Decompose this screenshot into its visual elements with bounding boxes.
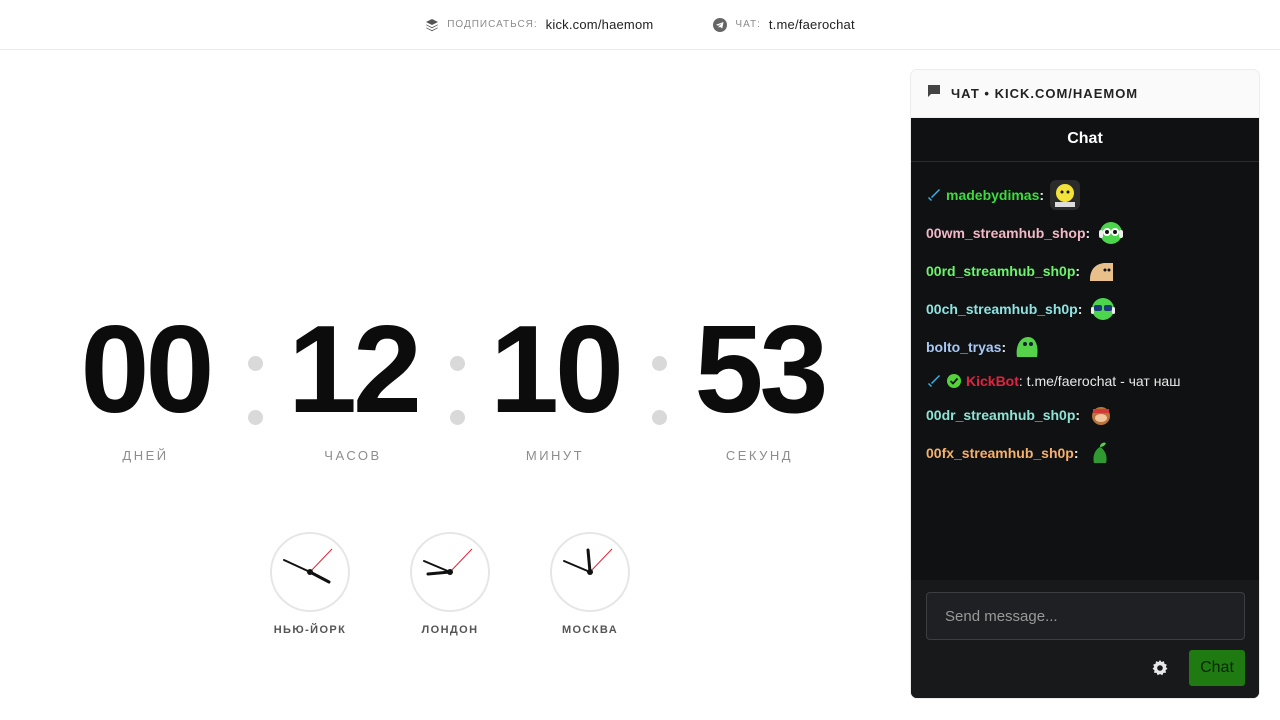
telegram-icon bbox=[713, 17, 728, 32]
tan-blob-emote-icon bbox=[1086, 256, 1116, 286]
send-chat-button[interactable]: Chat bbox=[1189, 650, 1245, 686]
chat-embed: Chat madebydimas : 00wm_streamhub_shop :… bbox=[911, 118, 1259, 698]
clock-face bbox=[550, 532, 630, 612]
seconds-value: 53 bbox=[694, 301, 829, 439]
subscribe-group: ПОДПИСАТЬСЯ: kick.com/haemom bbox=[425, 17, 653, 32]
green-frog-emote-icon bbox=[1012, 332, 1042, 362]
colon: : bbox=[1039, 187, 1045, 203]
sword-badge-icon bbox=[926, 373, 942, 389]
countdown-seconds: 53 СЕКУНД bbox=[682, 300, 837, 463]
world-clocks: НЬЮ-ЙОРК ЛОНДОН МОСКВА bbox=[268, 532, 632, 642]
clock-face bbox=[410, 532, 490, 612]
chat-bubble-icon bbox=[927, 84, 941, 103]
layers-icon bbox=[425, 18, 439, 32]
yellow-face-emote-icon bbox=[1050, 180, 1081, 210]
clock-city: ЛОНДОН bbox=[421, 624, 479, 636]
chat-message-text: : t.me/faerochat - чат наш bbox=[1018, 373, 1181, 389]
countdown-days: 00 ДНЕЙ bbox=[68, 300, 223, 463]
chat-panel: ЧАТ • KICK.COM/HAEMOM Chat madebydimas :… bbox=[911, 70, 1259, 698]
countdown-minutes: 10 МИНУТ bbox=[480, 300, 630, 463]
chat-message: bolto_tryas : bbox=[926, 328, 1244, 366]
chat-username[interactable]: 00ch_streamhub_sh0p bbox=[926, 301, 1078, 317]
countdown: 00 ДНЕЙ 12 ЧАСОВ 10 МИНУТ 53 СЕКУНД bbox=[40, 300, 860, 480]
chat-username[interactable]: 00dr_streamhub_sh0p bbox=[926, 407, 1075, 423]
colon: : bbox=[1075, 263, 1081, 279]
chat-username[interactable]: madebydimas bbox=[946, 187, 1039, 203]
minutes-label: МИНУТ bbox=[525, 448, 585, 463]
chat-message: KickBot : t.me/faerochat - чат наш bbox=[926, 366, 1244, 396]
chat-group: ЧАТ: t.me/faerochat bbox=[713, 17, 855, 32]
clock-new-york: НЬЮ-ЙОРК bbox=[270, 532, 350, 636]
hours-label: ЧАСОВ bbox=[324, 448, 382, 463]
subscribe-link[interactable]: kick.com/haemom bbox=[546, 17, 654, 32]
clock-face bbox=[270, 532, 350, 612]
subscribe-label: ПОДПИСАТЬСЯ: bbox=[447, 19, 538, 30]
colon: : bbox=[1077, 301, 1083, 317]
colon: : bbox=[1073, 445, 1079, 461]
monkey-emote-icon bbox=[1086, 400, 1116, 430]
chat-header-title: ЧАТ • KICK.COM/HAEMOM bbox=[951, 86, 1139, 101]
send-message-input[interactable]: Send message... bbox=[926, 592, 1245, 640]
separator bbox=[450, 356, 466, 426]
separator bbox=[248, 356, 264, 426]
chat-message: 00dr_streamhub_sh0p : bbox=[926, 396, 1244, 434]
chat-label: ЧАТ: bbox=[735, 19, 761, 30]
chat-header: ЧАТ • KICK.COM/HAEMOM bbox=[911, 70, 1259, 118]
colon: : bbox=[1075, 407, 1081, 423]
chat-message: 00fx_streamhub_sh0p : bbox=[926, 434, 1244, 472]
colon: : bbox=[1001, 339, 1007, 355]
clock-city: МОСКВА bbox=[561, 624, 619, 636]
seconds-label: СЕКУНД bbox=[725, 448, 794, 463]
chat-messages[interactable]: madebydimas : 00wm_streamhub_shop : 00rd… bbox=[911, 162, 1259, 472]
chat-link[interactable]: t.me/faerochat bbox=[769, 17, 855, 32]
gear-icon[interactable] bbox=[1151, 659, 1169, 677]
chat-message: 00rd_streamhub_sh0p : bbox=[926, 252, 1244, 290]
green-glasses-emote-icon bbox=[1088, 294, 1118, 324]
sword-badge-icon bbox=[926, 187, 942, 203]
chat-title: Chat bbox=[911, 118, 1259, 162]
colon: : bbox=[1085, 225, 1091, 241]
minutes-value: 10 bbox=[490, 301, 624, 439]
clock-moscow: МОСКВА bbox=[550, 532, 630, 636]
hours-value: 12 bbox=[288, 301, 422, 439]
chat-username[interactable]: KickBot bbox=[966, 373, 1019, 389]
top-bar: ПОДПИСАТЬСЯ: kick.com/haemom ЧАТ: t.me/f… bbox=[0, 0, 1280, 50]
clock-london: ЛОНДОН bbox=[410, 532, 490, 636]
chat-composer: Send message... Chat bbox=[911, 580, 1259, 698]
clock-city: НЬЮ-ЙОРК bbox=[273, 624, 347, 636]
verified-badge-icon bbox=[946, 373, 962, 389]
countdown-hours: 12 ЧАСОВ bbox=[278, 300, 428, 463]
days-label: ДНЕЙ bbox=[122, 448, 169, 463]
chat-message: 00wm_streamhub_shop : bbox=[926, 214, 1244, 252]
chat-username[interactable]: 00fx_streamhub_sh0p bbox=[926, 445, 1074, 461]
chat-username[interactable]: 00rd_streamhub_sh0p bbox=[926, 263, 1075, 279]
green-sprout-emote-icon bbox=[1085, 438, 1115, 468]
chat-username[interactable]: bolto_tryas bbox=[926, 339, 1001, 355]
chat-message: 00ch_streamhub_sh0p : bbox=[926, 290, 1244, 328]
chat-message: madebydimas : bbox=[926, 176, 1244, 214]
green-headphones-emote-icon bbox=[1096, 218, 1126, 248]
chat-username[interactable]: 00wm_streamhub_shop bbox=[926, 225, 1086, 241]
days-value: 00 bbox=[80, 301, 215, 439]
separator bbox=[652, 356, 668, 426]
